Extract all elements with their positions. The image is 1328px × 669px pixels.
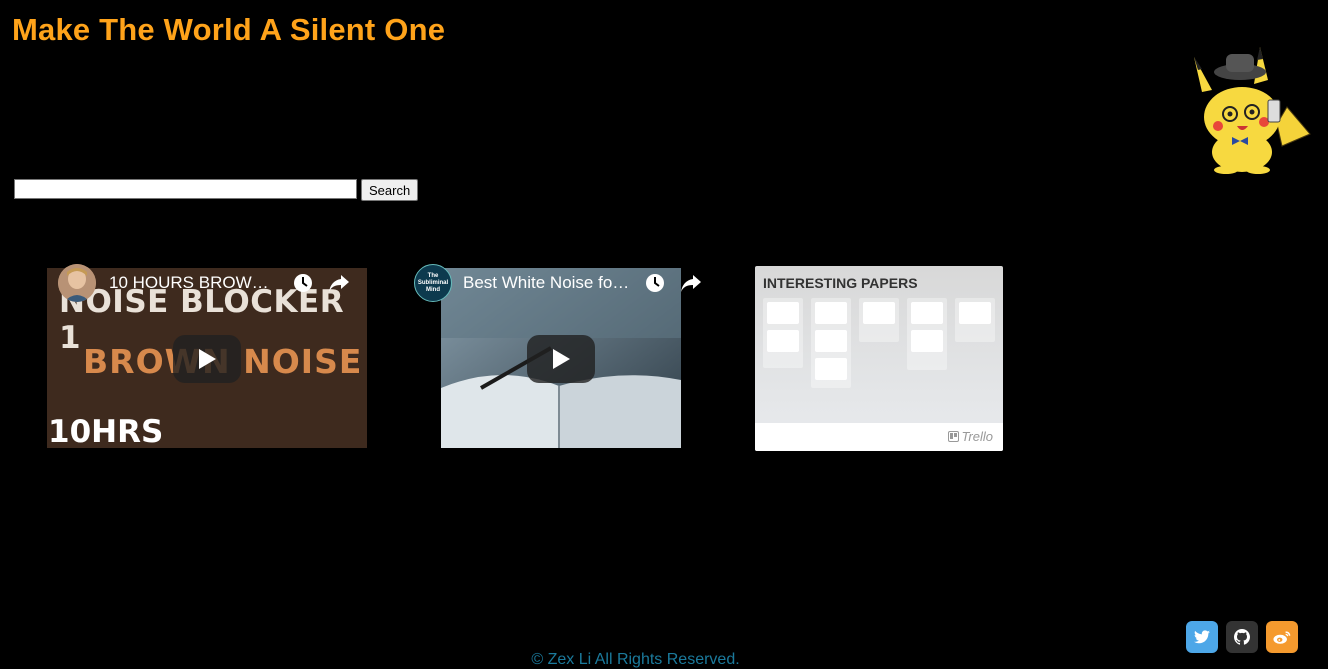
video-overlay: The Subliminal Mind Best White Noise for… (414, 264, 714, 302)
play-icon (553, 349, 570, 369)
video-title[interactable]: Best White Noise for Studying (463, 273, 633, 293)
board-list (859, 298, 899, 342)
pikachu-mascot-image (1194, 47, 1311, 174)
twitter-link[interactable] (1186, 621, 1218, 653)
twitter-icon (1194, 630, 1210, 644)
board-list (811, 298, 851, 388)
board-card[interactable] (959, 302, 991, 324)
board-card[interactable] (815, 330, 847, 352)
site-title: Make The World A Silent One (12, 12, 446, 47)
board-list (763, 298, 803, 368)
channel-avatar[interactable] (58, 264, 96, 302)
board-card[interactable] (815, 358, 847, 380)
channel-avatar[interactable]: The Subliminal Mind (414, 264, 452, 302)
board-card[interactable] (815, 302, 847, 324)
weibo-icon (1273, 630, 1291, 644)
board-title[interactable]: INTERESTING PAPERS (763, 275, 918, 291)
watch-later-icon[interactable] (291, 271, 315, 295)
board-list (907, 298, 947, 370)
play-icon (199, 349, 216, 369)
play-button[interactable] (173, 335, 241, 383)
video-overlay: 10 HOURS BROWN NOISE BLOCKER 1 BROWN NOI… (58, 264, 358, 302)
trello-logo[interactable]: Trello (948, 429, 993, 444)
video-title[interactable]: 10 HOURS BROWN NOISE BLOCKER 1 BROWN NOI… (109, 273, 279, 293)
trello-footer: Trello (755, 423, 1003, 451)
board-list (955, 298, 995, 342)
copyright-footer: © Zex Li All Rights Reserved. (531, 651, 740, 668)
trello-board-embed[interactable]: INTERESTING PAPERS Trello (755, 266, 1003, 451)
board-card[interactable] (911, 302, 943, 324)
board-card[interactable] (767, 302, 799, 324)
github-link[interactable] (1226, 621, 1258, 653)
github-icon (1234, 629, 1250, 645)
board-card[interactable] (911, 330, 943, 352)
search-button[interactable]: Search (361, 179, 419, 201)
watch-later-icon[interactable] (643, 271, 667, 295)
play-button[interactable] (527, 335, 595, 383)
search-input[interactable] (14, 179, 357, 199)
board-card[interactable] (767, 330, 799, 352)
share-icon[interactable] (327, 271, 351, 295)
search-bar: Search (14, 179, 419, 201)
trello-icon (948, 431, 960, 442)
board-card[interactable] (863, 302, 895, 324)
thumbnail-text: 10HRS (48, 414, 164, 448)
weibo-link[interactable] (1266, 621, 1298, 653)
share-icon[interactable] (679, 271, 703, 295)
